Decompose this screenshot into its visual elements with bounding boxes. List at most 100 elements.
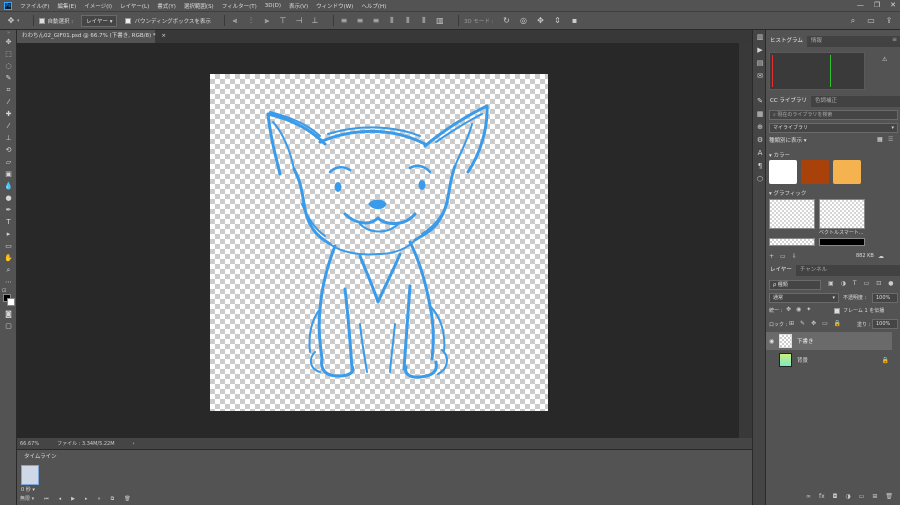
3d-scale-icon[interactable]: ▪ (570, 16, 580, 26)
distribute-center-icon[interactable]: ⦀ (403, 16, 413, 26)
distribute-middle-icon[interactable]: ≡ (355, 16, 365, 26)
tab-histogram[interactable]: ヒストグラム (766, 36, 807, 47)
filter-toggle-icon[interactable]: ● (888, 280, 893, 287)
library-folder-icon[interactable]: ▭ (780, 253, 786, 260)
layer-row[interactable]: 背景 🔒 (766, 351, 892, 369)
blur-tool-icon[interactable]: 💧 (0, 180, 17, 192)
eye-icon[interactable]: ◉ (769, 338, 774, 345)
auto-select-dropdown[interactable]: レイヤー ▾ (81, 14, 118, 27)
comments-panel-icon[interactable]: ✉ (753, 69, 767, 82)
fill-field[interactable]: 100% (872, 319, 898, 329)
tab-info[interactable]: 情報 (807, 36, 826, 47)
character-panel-icon[interactable]: A (753, 146, 767, 159)
type-tool-icon[interactable]: T (0, 216, 17, 228)
menu-3d[interactable]: 3D(D) (261, 3, 285, 9)
rectangle-tool-icon[interactable]: ▭ (0, 240, 17, 252)
graphics-section-header[interactable]: ▾ グラフィック (769, 189, 806, 197)
color-swatch-orange[interactable] (833, 160, 861, 184)
align-top-icon[interactable]: ⊤ (278, 16, 288, 26)
brush-panel-icon[interactable]: ✎ (753, 94, 767, 107)
align-right-icon[interactable]: ⫸ (262, 16, 272, 26)
paragraph-panel-icon[interactable]: ¶ (753, 159, 767, 172)
tool-preset-arrow-icon[interactable]: ▾ (17, 18, 20, 24)
quick-mask-icon[interactable]: ◙ (0, 308, 17, 320)
tab-channels[interactable]: チャンネル (796, 265, 831, 276)
tween-icon[interactable]: ⋄ (98, 496, 101, 502)
distribute-bottom-icon[interactable]: ≡ (371, 16, 381, 26)
grid-view-icon[interactable]: ▦ (877, 136, 883, 143)
dodge-tool-icon[interactable]: ● (0, 192, 17, 204)
minimize-button[interactable]: — (857, 1, 864, 9)
graphic-thumbnail[interactable] (769, 199, 815, 229)
3d-roll-icon[interactable]: ◎ (519, 16, 529, 26)
layer-row[interactable]: ◉ 下書き (766, 332, 892, 350)
prev-frame-icon[interactable]: ◂ (59, 496, 62, 502)
timeline-tab[interactable]: タイムライン (20, 452, 61, 462)
panel-menu-icon[interactable]: ≡ (892, 36, 897, 43)
workspace-icon[interactable]: ▭ (866, 16, 876, 26)
align-left-icon[interactable]: ⫷ (230, 16, 240, 26)
warning-icon[interactable]: ⚠ (882, 56, 887, 63)
library-dropdown[interactable]: マイライブラリ ▾ (769, 123, 898, 133)
menu-image[interactable]: イメージ(I) (80, 2, 116, 10)
adjustment-filter-icon[interactable]: ◑ (841, 280, 846, 287)
hand-tool-icon[interactable]: ✋ (0, 252, 17, 264)
properties-panel-icon[interactable]: ▤ (753, 56, 767, 69)
lock-transparent-icon[interactable]: ⊞ (789, 320, 794, 327)
restore-button[interactable]: ❐ (874, 1, 880, 9)
move-tool-icon[interactable]: ✥ (6, 16, 16, 26)
history-brush-tool-icon[interactable]: ⟲ (0, 144, 17, 156)
crop-tool-icon[interactable]: ⌗ (0, 84, 17, 96)
fx-icon[interactable]: fx (819, 493, 825, 500)
graphic-thumbnail[interactable] (819, 199, 865, 229)
pixel-filter-icon[interactable]: ▣ (828, 280, 834, 287)
share-icon[interactable]: ⇪ (884, 16, 894, 26)
play-actions-icon[interactable]: ▶ (753, 43, 767, 56)
healing-brush-tool-icon[interactable]: ✚ (0, 108, 17, 120)
status-menu-arrow[interactable]: › (133, 441, 135, 447)
more-tools-icon[interactable]: ⋯ (0, 276, 17, 288)
add-icon[interactable]: + (769, 253, 774, 260)
color-swatch-white[interactable] (769, 160, 797, 184)
clone-source-icon[interactable]: ⊕ (753, 120, 767, 133)
list-view-icon[interactable]: ☰ (888, 136, 893, 143)
view-by-dropdown[interactable]: 種類別に表示 ▾ (769, 136, 807, 144)
duplicate-frame-icon[interactable]: ⧉ (111, 496, 115, 502)
screen-mode-icon[interactable]: ▢ (0, 320, 17, 332)
library-search-input[interactable]: ⌕ 現在のライブラリを検索 (769, 110, 898, 120)
colors-section-header[interactable]: ▾ カラー (769, 151, 790, 159)
tab-adjustments[interactable]: 色調補正 (811, 96, 841, 107)
auto-select-checkbox[interactable] (38, 17, 45, 24)
cloud-icon[interactable]: ⇩ (792, 253, 797, 260)
bounding-box-checkbox[interactable] (125, 17, 132, 24)
3d-panel-icon[interactable]: ⬡ (753, 172, 767, 185)
menu-window[interactable]: ウィンドウ(W) (312, 2, 357, 10)
stamp-tool-icon[interactable]: ⊥ (0, 132, 17, 144)
eraser-tool-icon[interactable]: ▱ (0, 156, 17, 168)
zoom-level[interactable]: 66.67% (20, 441, 39, 447)
color-swatch-brown[interactable] (801, 160, 829, 184)
move-tool-icon[interactable]: ✥ (0, 36, 17, 48)
lock-pixels-icon[interactable]: ✎ (800, 320, 805, 327)
path-select-tool-icon[interactable]: ▸ (0, 228, 17, 240)
cloud-sync-icon[interactable]: ☁ (878, 253, 884, 260)
add-mask-icon[interactable]: ◘ (833, 493, 838, 500)
histogram-panel-icon[interactable]: ▥ (753, 30, 767, 43)
3d-orbit-icon[interactable]: ↻ (502, 16, 512, 26)
align-bottom-icon[interactable]: ⊥ (310, 16, 320, 26)
distribute-left-icon[interactable]: ⦀ (387, 16, 397, 26)
menu-type[interactable]: 書式(Y) (153, 2, 180, 10)
lasso-tool-icon[interactable]: ◌ (0, 60, 17, 72)
distribute-right-icon[interactable]: ⦀ (419, 16, 429, 26)
document-canvas[interactable] (210, 74, 548, 411)
smart-object-filter-icon[interactable]: ⊡ (876, 280, 881, 287)
gradient-tool-icon[interactable]: ▣ (0, 168, 17, 180)
loop-dropdown[interactable]: 無限 ▾ (20, 495, 34, 502)
menu-view[interactable]: 表示(V) (285, 2, 312, 10)
tool-presets-icon[interactable]: ⚙ (753, 133, 767, 146)
blend-mode-dropdown[interactable]: 通常 ▾ (769, 293, 839, 303)
graphic-thumbnail[interactable] (819, 238, 865, 246)
menu-layer[interactable]: レイヤー(L) (116, 2, 153, 10)
pen-tool-icon[interactable]: ✒ (0, 204, 17, 216)
shape-filter-icon[interactable]: ▭ (864, 280, 870, 287)
